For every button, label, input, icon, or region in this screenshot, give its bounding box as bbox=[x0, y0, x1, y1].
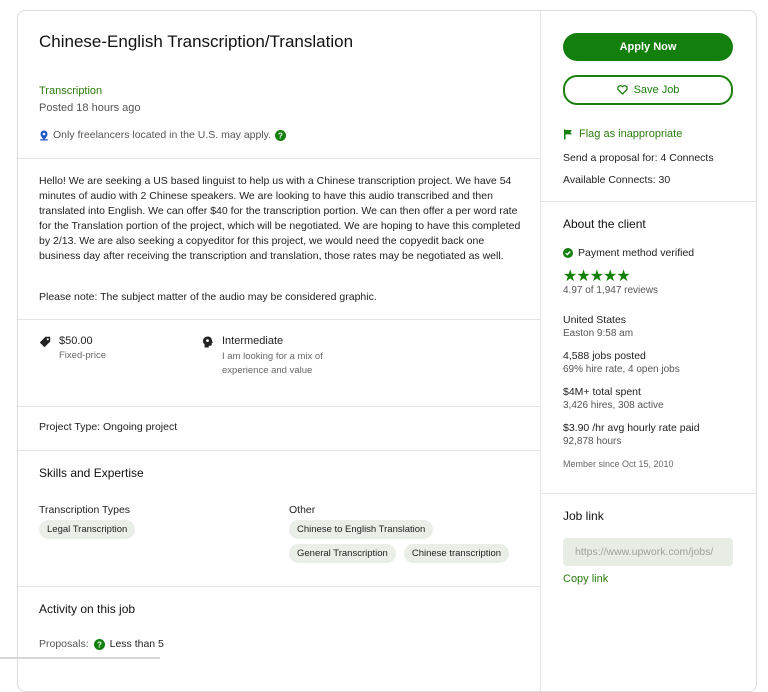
skill-chip[interactable]: General Transcription bbox=[289, 544, 396, 563]
hire-rate: 69% hire rate, 4 open jobs bbox=[563, 364, 680, 375]
member-since: Member since Oct 15, 2010 bbox=[563, 459, 674, 469]
price-value: $50.00 bbox=[59, 335, 93, 347]
project-type-label: Project Type: bbox=[39, 421, 101, 433]
apply-now-button[interactable]: Apply Now bbox=[563, 33, 733, 61]
payment-verified-label: Payment method verified bbox=[578, 247, 695, 259]
skills-group1-title: Transcription Types bbox=[39, 504, 131, 516]
rating-stars: ★★★★★ bbox=[563, 268, 631, 285]
heart-icon bbox=[616, 85, 628, 95]
skills-group2-row2: General Transcription Chinese transcript… bbox=[289, 544, 510, 563]
save-job-label: Save Job bbox=[633, 84, 680, 96]
job-category[interactable]: Transcription bbox=[39, 84, 102, 98]
verified-check-icon bbox=[563, 248, 573, 258]
connects-send: Send a proposal for: 4 Connects bbox=[563, 152, 714, 164]
save-job-button[interactable]: Save Job bbox=[563, 75, 733, 105]
job-title: Chinese-English Transcription/Translatio… bbox=[39, 32, 354, 51]
hires-active: 3,426 hires, 308 active bbox=[563, 400, 664, 411]
skills-group2-title: Other bbox=[289, 504, 316, 516]
skills-heading: Skills and Expertise bbox=[39, 466, 144, 480]
location-pin-icon bbox=[39, 130, 49, 141]
project-type: Project Type: Ongoing project bbox=[39, 421, 177, 433]
jobs-posted: 4,588 jobs posted bbox=[563, 350, 646, 362]
payment-verified: Payment method verified bbox=[563, 247, 694, 259]
proposals-row: Proposals: ? Less than 5 bbox=[39, 638, 164, 650]
total-spent: $4M+ total spent bbox=[563, 386, 641, 398]
svg-text:?: ? bbox=[97, 640, 102, 649]
hours-total: 92,878 hours bbox=[563, 436, 622, 447]
project-type-value: Ongoing project bbox=[103, 421, 178, 433]
price-type: Fixed-price bbox=[59, 350, 106, 361]
skill-chip[interactable]: Legal Transcription bbox=[39, 520, 136, 539]
proposals-value: Less than 5 bbox=[109, 638, 164, 650]
job-note: Please note: The subject matter of the a… bbox=[39, 291, 377, 303]
experience-desc-line2: experience and value bbox=[222, 365, 313, 376]
svg-text:?: ? bbox=[278, 131, 283, 140]
job-link-heading: Job link bbox=[563, 509, 604, 523]
job-main-column: Chinese-English Transcription/Translatio… bbox=[18, 11, 541, 691]
skill-chip[interactable]: Chinese transcription bbox=[403, 544, 510, 563]
job-sidebar: Apply Now Save Job Flag as inappropriate… bbox=[541, 11, 756, 691]
help-icon[interactable]: ? bbox=[275, 129, 287, 141]
experience-block: Intermediate I am looking for a mix of e… bbox=[202, 335, 323, 378]
flag-link[interactable]: Flag as inappropriate bbox=[563, 128, 682, 140]
price-block: $50.00 Fixed-price bbox=[39, 335, 106, 361]
job-details-card: Chinese-English Transcription/Translatio… bbox=[17, 10, 757, 692]
reviews-count: 4.97 of 1,947 reviews bbox=[563, 285, 659, 296]
skills-group1: Legal Transcription bbox=[39, 519, 136, 539]
job-description: Hello! We are seeking a US based linguis… bbox=[39, 175, 521, 262]
flag-icon bbox=[563, 129, 573, 140]
flag-label: Flag as inappropriate bbox=[579, 128, 683, 140]
client-heading: About the client bbox=[563, 217, 646, 231]
connects-available: Available Connects: 30 bbox=[563, 174, 671, 186]
location-note: Only freelancers located in the U.S. may… bbox=[53, 129, 272, 141]
help-icon[interactable]: ? bbox=[93, 638, 105, 650]
client-local-time: Easton 9:58 am bbox=[563, 328, 634, 339]
avg-hourly-rate: $3.90 /hr avg hourly rate paid bbox=[563, 422, 700, 434]
skill-chip[interactable]: Chinese to English Translation bbox=[289, 520, 434, 539]
copy-link-button[interactable]: Copy link bbox=[563, 572, 608, 586]
client-country: United States bbox=[563, 314, 627, 326]
price-tag-icon bbox=[39, 336, 51, 361]
posted-time: Posted 18 hours ago bbox=[39, 102, 141, 114]
brain-head-icon bbox=[202, 336, 214, 378]
experience-level: Intermediate bbox=[222, 335, 284, 347]
experience-desc-line1: I am looking for a mix of bbox=[222, 351, 323, 362]
location-restriction: Only freelancers located in the U.S. may… bbox=[39, 129, 287, 141]
proposals-label: Proposals: bbox=[39, 638, 89, 650]
skills-group2: Chinese to English Translation bbox=[289, 519, 529, 539]
activity-heading: Activity on this job bbox=[39, 602, 136, 616]
job-link-input[interactable]: https://www.upwork.com/jobs/ bbox=[563, 538, 733, 566]
